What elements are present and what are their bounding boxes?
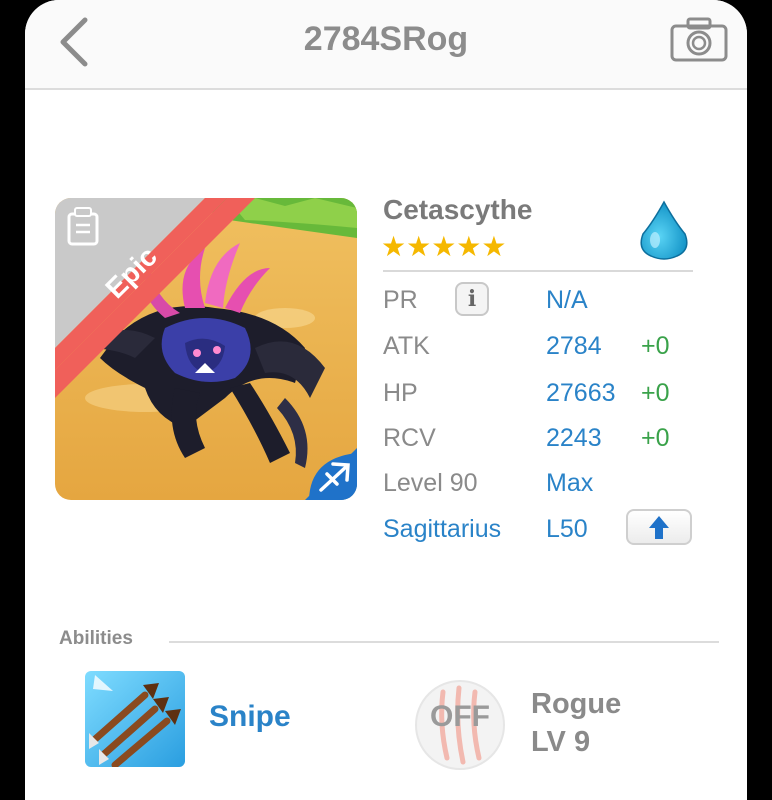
stat-label-level: Level 90 (383, 469, 478, 497)
stat-value-pr: N/A (546, 286, 588, 314)
ability-snipe-icon[interactable] (85, 671, 185, 767)
abilities-title: Abilities (59, 628, 133, 649)
triple-arrow-icon (85, 671, 185, 767)
stat-bonus-hp: +0 (641, 379, 670, 407)
page-title: 2784SRog (303, 20, 469, 58)
monster-detail-screen: 2784SRog Epic Cetascythe ★★★★★ PR i N/A … (25, 0, 747, 800)
stat-bonus-rcv: +0 (641, 424, 670, 452)
camera-button[interactable] (669, 16, 729, 64)
stat-value-atk: 2784 (546, 332, 602, 360)
water-drop-icon (640, 200, 688, 260)
info-button[interactable]: i (455, 282, 489, 316)
arrow-up-icon (649, 516, 669, 539)
stat-label-pr: PR (383, 286, 418, 314)
sign-link[interactable]: Sagittarius (383, 509, 501, 549)
monster-portrait-art: Epic (55, 198, 357, 500)
info-icon: i (467, 286, 477, 312)
ability-rogue-level: LV 9 (531, 726, 591, 758)
camera-icon (670, 17, 728, 62)
stat-value-level: Max (546, 469, 594, 497)
ability-rogue-name: Rogue (531, 688, 622, 720)
stats-divider (383, 270, 693, 272)
abilities-divider (169, 641, 719, 643)
monster-portrait[interactable]: Epic (55, 198, 357, 500)
stat-value-rcv: 2243 (546, 424, 602, 452)
ability-snipe-name: Snipe (209, 700, 291, 733)
stat-label-atk: ATK (383, 332, 430, 360)
upgrade-sign-button[interactable] (626, 509, 692, 545)
star-rating: ★★★★★ (381, 231, 507, 262)
stat-label-hp: HP (383, 379, 418, 407)
stat-label-rcv: RCV (383, 424, 436, 452)
stat-value-hp: 27663 (546, 379, 616, 407)
monster-name: Cetascythe (383, 194, 533, 225)
stat-value-sign: L50 (546, 515, 588, 543)
ability-rogue-status: OFF (430, 700, 490, 733)
stat-bonus-atk: +0 (641, 332, 670, 360)
nav-bar: 2784SRog (25, 0, 747, 90)
